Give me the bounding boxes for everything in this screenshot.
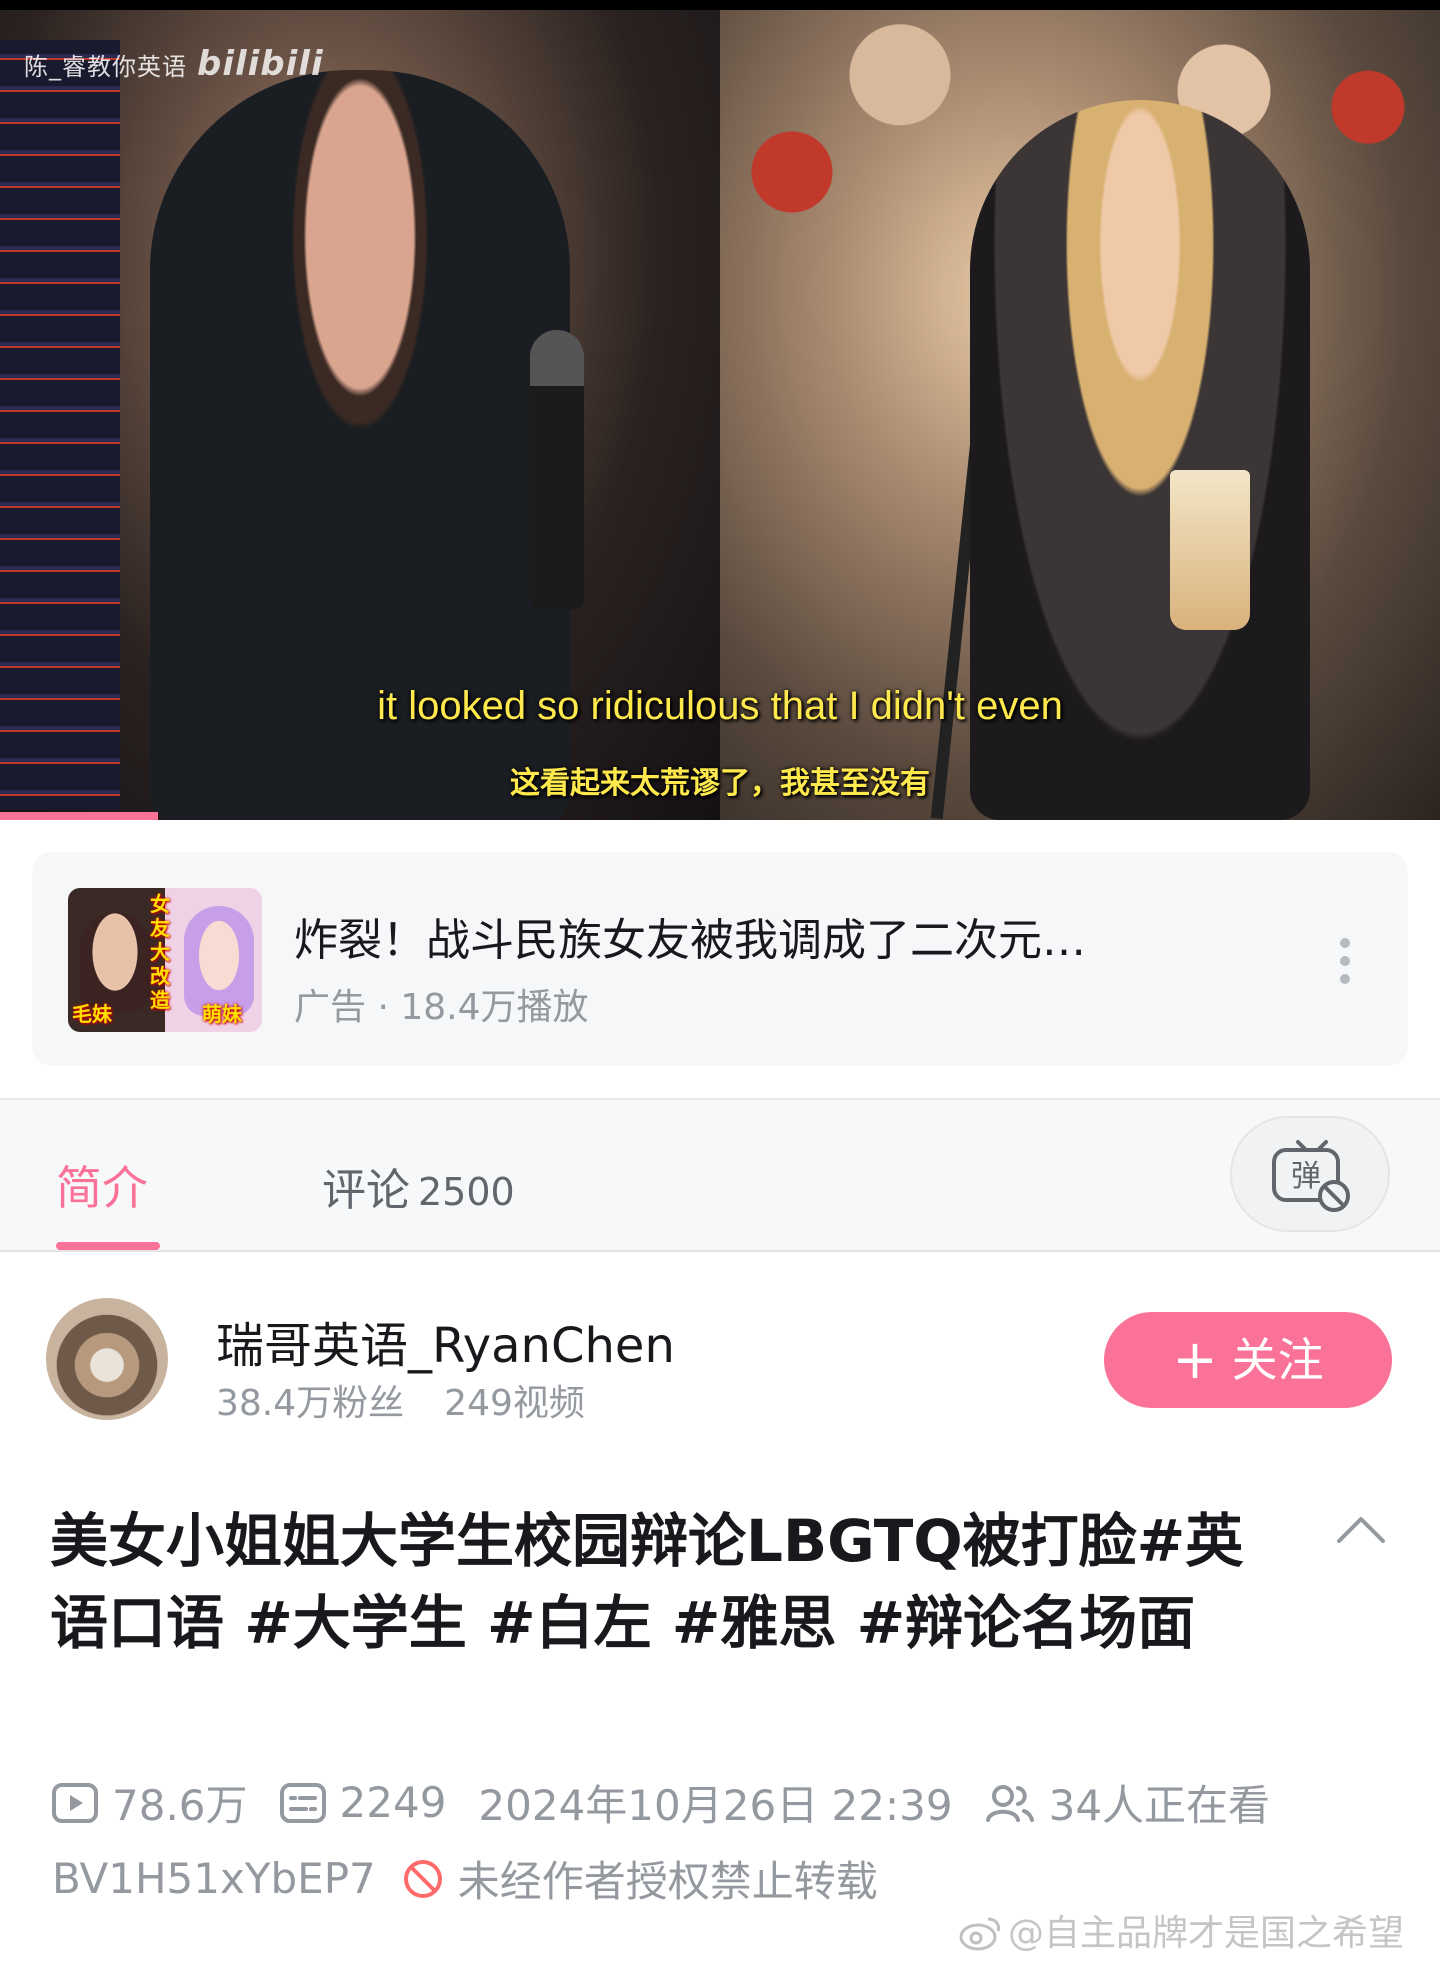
weibo-watermark: @自主品牌才是国之希望 bbox=[958, 1904, 1404, 1956]
danmaku-count-icon bbox=[279, 1782, 326, 1823]
danmaku-toggle-button[interactable]: 弹 bbox=[1230, 1116, 1390, 1232]
danmaku-count: 2249 bbox=[279, 1778, 447, 1827]
uploader-avatar[interactable] bbox=[46, 1298, 168, 1420]
copyright-notice-text: 未经作者授权禁止转载 bbox=[457, 1857, 878, 1906]
tab-bar: 简介 评论 2500 弹 bbox=[0, 1100, 1440, 1250]
tabs-bottom-divider bbox=[0, 1250, 1440, 1252]
ad-card[interactable]: 女友大改造 毛妹 萌妹 炸裂！战斗民族女友被我调成了二次元… 广告 · 18.4… bbox=[32, 852, 1408, 1066]
video-id-row: BV1H51xYbEP7 未经作者授权禁止转载 bbox=[52, 1848, 878, 1909]
watching-count: 34人正在看 bbox=[985, 1772, 1270, 1833]
follow-button[interactable]: + 关注 bbox=[1104, 1312, 1392, 1408]
collapse-chevron-icon[interactable] bbox=[1336, 1514, 1386, 1544]
copyright-notice: 未经作者授权禁止转载 bbox=[402, 1848, 878, 1909]
uploader-followers: 38.4万粉丝 bbox=[216, 1383, 405, 1424]
danmaku-toggle-icon: 弹 bbox=[1272, 1140, 1350, 1212]
thumb-vertical-caption: 女友大改造 bbox=[150, 892, 170, 1012]
thumb-left-tag: 毛妹 bbox=[72, 1002, 112, 1026]
drink-cup bbox=[1170, 470, 1250, 630]
ad-thumbnail: 女友大改造 毛妹 萌妹 bbox=[68, 888, 262, 1032]
uploader-stats: 38.4万粉丝 249视频 bbox=[216, 1374, 585, 1426]
tab-intro[interactable]: 简介 bbox=[56, 1152, 148, 1218]
play-count-value: 78.6万 bbox=[112, 1781, 248, 1830]
ad-title[interactable]: 炸裂！战斗民族女友被我调成了二次元… bbox=[294, 904, 1294, 968]
microphone bbox=[530, 330, 584, 610]
weibo-watermark-text: @自主品牌才是国之希望 bbox=[1008, 1913, 1405, 1954]
video-title: 美女小姐姐大学生校园辩论LBGTQ被打脸#英语口语 #大学生 #白左 #雅思 #… bbox=[50, 1507, 1244, 1657]
thumb-face-left bbox=[80, 912, 150, 1012]
subtitle-english: it looked so ridiculous that I didn't ev… bbox=[377, 684, 1063, 728]
video-stats-row: 78.6万 2249 2024年10月26日 22:39 34人正在看 bbox=[52, 1772, 1302, 1833]
weibo-icon bbox=[959, 1917, 1000, 1951]
danmaku-count-value: 2249 bbox=[339, 1778, 447, 1827]
subtitle-chinese: 这看起来太荒谬了，我甚至没有 bbox=[510, 766, 930, 801]
comments-count: 2500 bbox=[418, 1170, 515, 1214]
active-tab-indicator bbox=[56, 1242, 160, 1250]
tab-comments[interactable]: 评论 2500 bbox=[322, 1154, 515, 1218]
bilibili-logo: bilibili bbox=[197, 44, 324, 84]
thumb-right-tag: 萌妹 bbox=[202, 1002, 242, 1026]
publish-time: 2024年10月26日 22:39 bbox=[478, 1781, 953, 1830]
play-count: 78.6万 bbox=[52, 1772, 248, 1833]
ad-meta: 广告 · 18.4万播放 bbox=[294, 987, 589, 1028]
more-dots-icon[interactable] bbox=[1340, 938, 1352, 984]
watching-value: 34人正在看 bbox=[1048, 1781, 1271, 1830]
playback-progress-bar[interactable] bbox=[0, 812, 159, 820]
follow-plus-icon: + bbox=[1172, 1328, 1218, 1391]
watermark-text: 陈_睿教你英语 bbox=[24, 53, 187, 81]
uploader-name[interactable]: 瑞哥英语_RyanChen bbox=[216, 1306, 675, 1376]
play-count-icon bbox=[52, 1782, 98, 1823]
tab-comments-label: 评论 bbox=[322, 1165, 410, 1216]
watching-icon bbox=[985, 1784, 1034, 1822]
danmaku-glyph: 弹 bbox=[1291, 1159, 1321, 1194]
bvid[interactable]: BV1H51xYbEP7 bbox=[52, 1854, 376, 1903]
channel-watermark: 陈_睿教你英语 bilibili bbox=[24, 44, 324, 84]
uploader-videos: 249视频 bbox=[444, 1383, 585, 1424]
no-repost-icon bbox=[403, 1859, 442, 1898]
follow-label: 关注 bbox=[1231, 1333, 1324, 1387]
video-player[interactable]: 陈_睿教你英语 bilibili it looked so ridiculous … bbox=[0, 0, 1440, 820]
